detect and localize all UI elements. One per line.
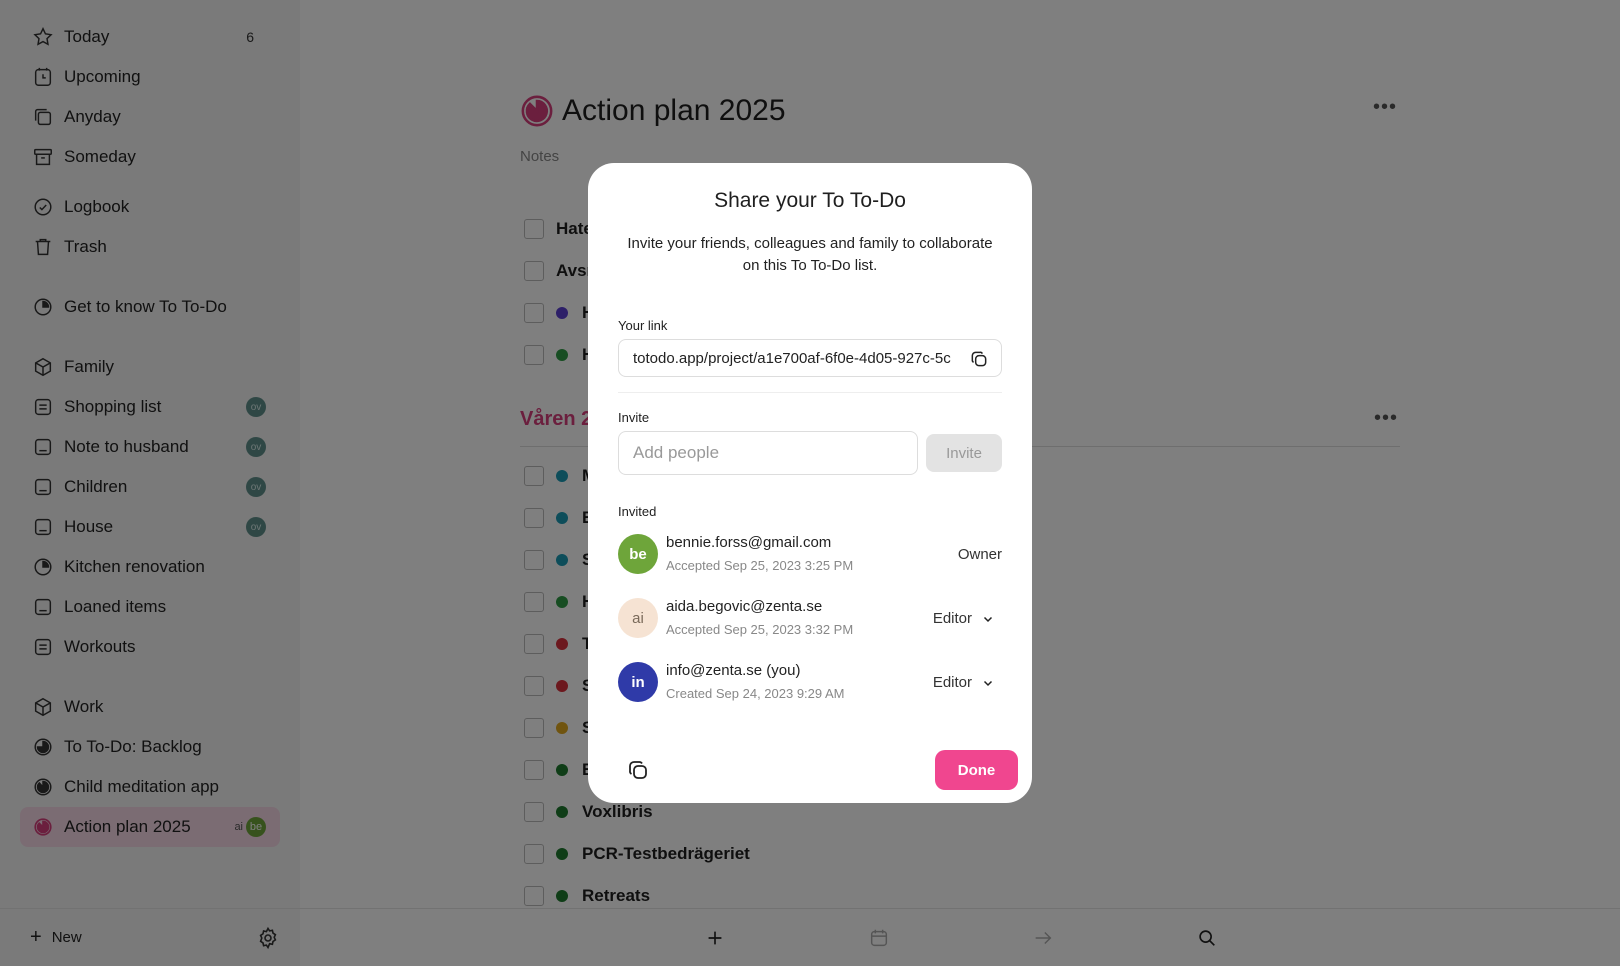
avatar: ai bbox=[618, 598, 658, 638]
copy-link-icon[interactable] bbox=[626, 758, 650, 782]
dialog-divider bbox=[618, 392, 1002, 393]
role-text: Editor bbox=[932, 610, 972, 627]
avatar: in bbox=[618, 662, 658, 702]
person-email: info@zenta.se (you) bbox=[666, 662, 801, 679]
invited-label: Invited bbox=[618, 504, 657, 519]
avatar: be bbox=[618, 534, 658, 574]
dialog-title: Share your To To-Do bbox=[714, 189, 906, 212]
person-status: Accepted Sep 25, 2023 3:25 PM bbox=[666, 558, 854, 573]
role-text: Editor bbox=[932, 674, 972, 691]
chevron-down-icon bbox=[983, 680, 993, 686]
role-dropdown[interactable]: Editor bbox=[933, 610, 994, 627]
invited-person-row: in info@zenta.se (you) Created Sep 24, 2… bbox=[618, 662, 1002, 706]
add-people-input[interactable] bbox=[618, 431, 918, 475]
done-button[interactable]: Done bbox=[935, 750, 1018, 790]
invite-button[interactable]: Invite bbox=[926, 434, 1002, 472]
chevron-down-icon bbox=[983, 616, 993, 622]
invite-label: Invite bbox=[618, 410, 650, 425]
invited-person-row: ai aida.begovic@zenta.se Accepted Sep 25… bbox=[618, 598, 1002, 642]
person-email: bennie.forss@gmail.com bbox=[666, 534, 832, 551]
person-status: Created Sep 24, 2023 9:29 AM bbox=[666, 686, 845, 701]
role-dropdown[interactable]: Editor bbox=[933, 674, 994, 691]
dialog-description: Invite your friends, colleagues and fami… bbox=[627, 235, 993, 274]
link-label: Your link bbox=[618, 318, 668, 333]
invited-person-row: be bennie.forss@gmail.com Accepted Sep 2… bbox=[618, 534, 1002, 578]
role-label: Owner bbox=[958, 546, 1002, 563]
share-link-text: totodo.app/project/a1e700af-6f0e-4d05-92… bbox=[633, 349, 951, 367]
share-dialog: Share your To To-Do Invite your friends,… bbox=[588, 163, 1032, 803]
person-email: aida.begovic@zenta.se bbox=[666, 598, 823, 615]
person-status: Accepted Sep 25, 2023 3:32 PM bbox=[666, 622, 854, 637]
role-text: Owner bbox=[957, 546, 1002, 563]
share-link-field[interactable]: totodo.app/project/a1e700af-6f0e-4d05-92… bbox=[618, 339, 1002, 377]
copy-icon[interactable] bbox=[969, 349, 989, 369]
